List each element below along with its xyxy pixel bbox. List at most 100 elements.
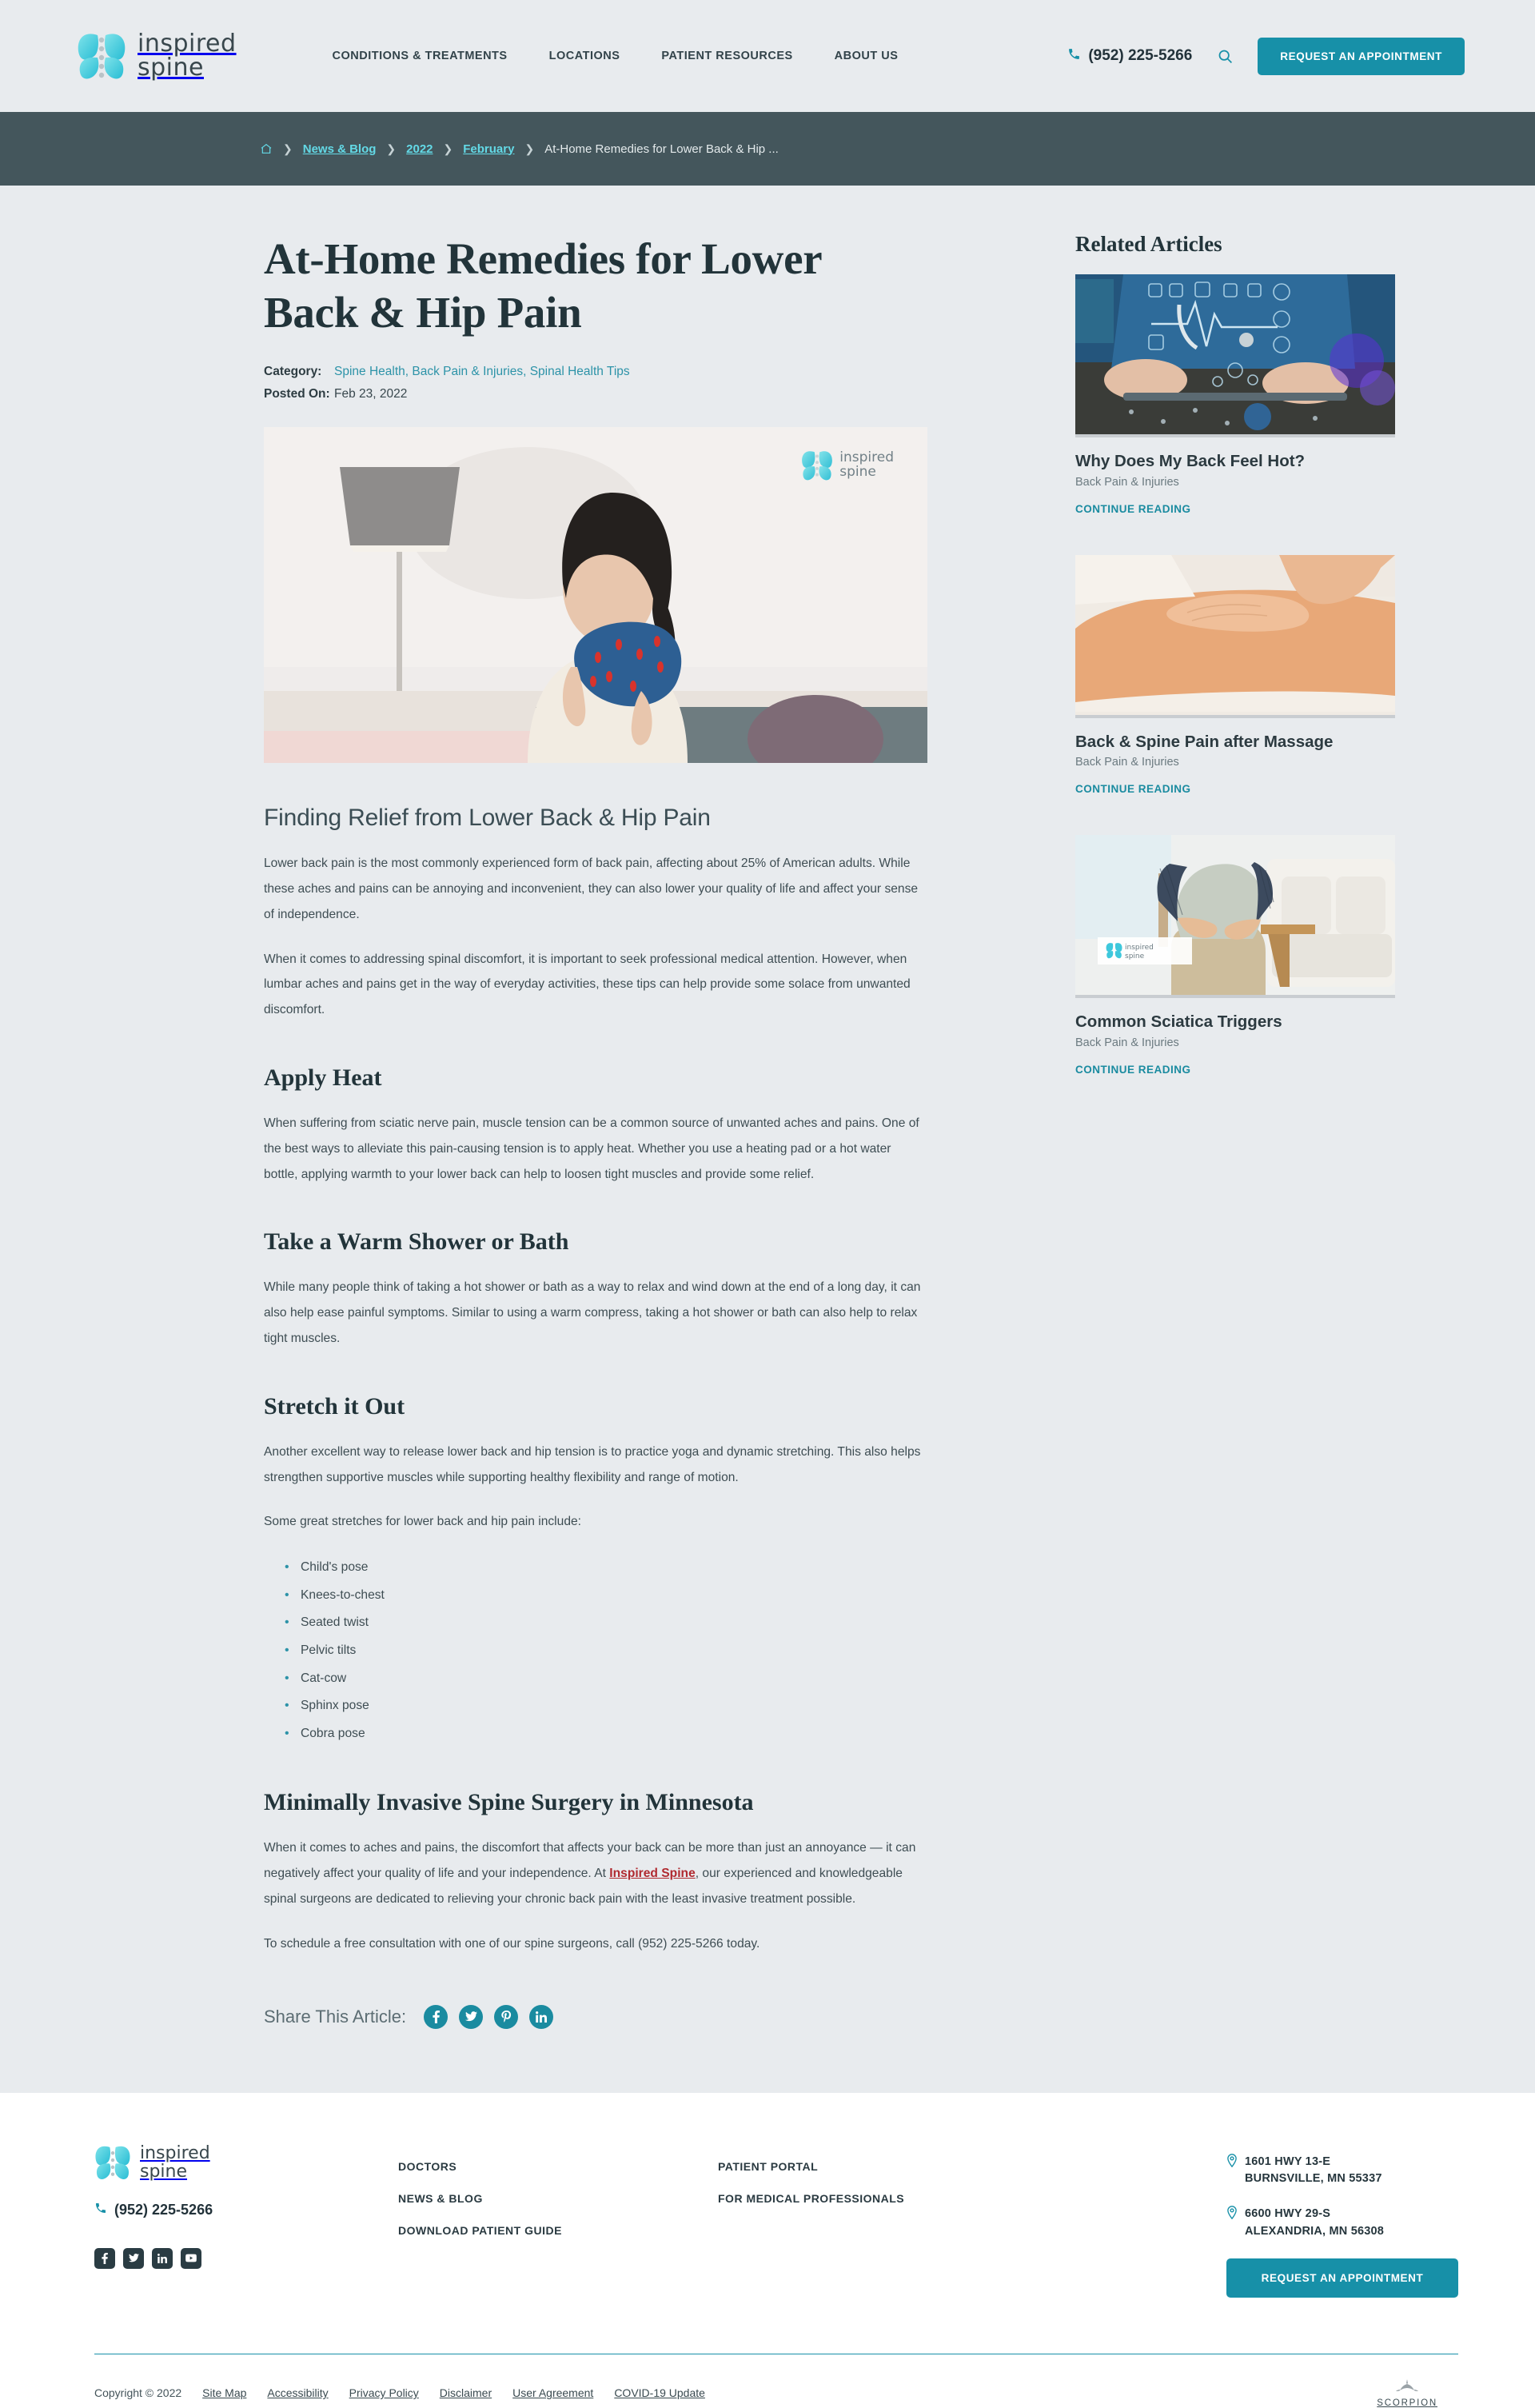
hero-watermark-logo: inspired spine (801, 448, 894, 483)
footer-link-patient-portal[interactable]: PATIENT PORTAL (718, 2160, 1062, 2173)
facebook-icon[interactable] (94, 2247, 115, 2269)
legal-link-site-map[interactable]: Site Map (202, 2386, 246, 2399)
address-alexandria[interactable]: 6600 HWY 29-S ALEXANDRIA, MN 56308 (1226, 2206, 1458, 2241)
paragraph-stretch-2: Some great stretches for lower back and … (264, 1515, 581, 1529)
footer-link-for-medical-professionals[interactable]: FOR MEDICAL PROFESSIONALS (718, 2192, 1062, 2205)
address-line-1: 1601 HWY 13-E (1245, 2154, 1331, 2168)
related-article-thumbnail[interactable] (1075, 274, 1395, 437)
phone-icon (1067, 47, 1081, 66)
continue-reading-link[interactable]: CONTINUE READING (1075, 1064, 1191, 1076)
footer-link-news-blog[interactable]: NEWS & BLOG (398, 2192, 718, 2205)
legal-link-user-agreement[interactable]: User Agreement (512, 2386, 593, 2399)
related-articles-sidebar: Related Articles Why Does My Back Feel H… (1075, 232, 1395, 2029)
address-line-2: ALEXANDRIA, MN 56308 (1245, 2224, 1385, 2238)
breadcrumb-current-page: At-Home Remedies for Lower Back & Hip ..… (544, 142, 779, 156)
footer-legal-bar: Copyright © 2022 Site Map Accessibility … (0, 2354, 1535, 2408)
section-heading-stretch-it-out: Stretch it Out (264, 1392, 405, 1420)
article-meta: Category: Spine Health, Back Pain & Inju… (264, 365, 927, 401)
footer-link-doctors[interactable]: DOCTORS (398, 2160, 718, 2173)
breadcrumb-separator: ❯ (386, 142, 397, 155)
footer-logo-line1: inspired (140, 2142, 210, 2163)
request-appointment-button[interactable]: REQUEST AN APPOINTMENT (1258, 37, 1465, 75)
legal-link-privacy-policy[interactable]: Privacy Policy (349, 2386, 419, 2399)
list-item: Pelvic tilts (285, 1636, 927, 1665)
category-row: Category: Spine Health, Back Pain & Inju… (264, 365, 927, 379)
footer-phone-number: (952) 225-5266 (114, 2202, 213, 2218)
twitter-icon[interactable] (123, 2247, 144, 2269)
legal-link-covid-19-update[interactable]: COVID-19 Update (614, 2386, 705, 2399)
site-header: inspired spine CONDITIONS & TREATMENTS L… (0, 0, 1535, 112)
related-article-card[interactable]: Back & Spine Pain after Massage Back Pai… (1075, 554, 1395, 797)
related-article-category: Back Pain & Injuries (1075, 756, 1179, 769)
footer-links-column-1: DOCTORS NEWS & BLOG DOWNLOAD PATIENT GUI… (398, 2142, 718, 2298)
category-values: Spine Health, Back Pain & Injuries, Spin… (334, 365, 630, 379)
related-article-card[interactable]: inspired spine Common Sciatica Triggers … (1075, 835, 1395, 1077)
footer-logo[interactable]: inspired spine (94, 2142, 398, 2182)
footer-cta-wrap: REQUEST AN APPOINTMENT (1226, 2258, 1458, 2298)
continue-reading-link[interactable]: CONTINUE READING (1075, 503, 1191, 515)
breadcrumb-item-2022[interactable]: 2022 (406, 142, 433, 156)
facebook-icon[interactable] (424, 2004, 449, 2029)
butterfly-logo-icon (95, 2146, 130, 2179)
footer-brand: inspired spine (952) 225-5266 (94, 2142, 398, 2298)
youtube-icon[interactable] (181, 2247, 201, 2269)
footer-link-download-patient-guide[interactable]: DOWNLOAD PATIENT GUIDE (398, 2224, 718, 2237)
paragraph-apply-heat: When suffering from sciatic nerve pain, … (264, 1116, 919, 1181)
paragraph-intro-1: Lower back pain is the most commonly exp… (264, 857, 919, 921)
nav-item-patient-resources[interactable]: PATIENT RESOURCES (661, 50, 792, 62)
twitter-icon[interactable] (459, 2004, 484, 2029)
logo-text-line1: inspired (138, 30, 237, 58)
linkedin-icon[interactable] (529, 2004, 554, 2029)
nav-item-conditions-treatments[interactable]: CONDITIONS & TREATMENTS (333, 50, 508, 62)
category-link-spine-health[interactable]: Spine Health, (334, 365, 409, 378)
scorpion-agency-logo[interactable]: SCORPION (1377, 2378, 1437, 2408)
footer-request-appointment-button[interactable]: REQUEST AN APPOINTMENT (1226, 2258, 1458, 2298)
category-label: Category: (264, 365, 322, 379)
hero-logo-line2: spine (839, 464, 876, 481)
map-pin-icon (1226, 2153, 1238, 2189)
category-link-spinal-health-tips[interactable]: Spinal Health Tips (530, 365, 630, 378)
legal-link-accessibility[interactable]: Accessibility (267, 2386, 328, 2399)
primary-nav: CONDITIONS & TREATMENTS LOCATIONS PATIEN… (333, 50, 899, 62)
stretches-list: Child's pose Knees-to-chest Seated twist… (285, 1553, 927, 1747)
footer-columns: inspired spine (952) 225-5266 DOCTORS NE… (0, 2142, 1535, 2298)
nav-item-about-us[interactable]: ABOUT US (835, 50, 899, 62)
header-phone-link[interactable]: (952) 225-5266 (1067, 47, 1192, 66)
inspired-spine-link[interactable]: Inspired Spine (609, 1867, 695, 1880)
breadcrumb-item-february[interactable]: February (463, 142, 514, 156)
breadcrumb-separator: ❯ (524, 142, 535, 155)
nav-item-locations[interactable]: LOCATIONS (549, 50, 620, 62)
scorpion-agency-name: SCORPION (1377, 2398, 1437, 2408)
related-article-title[interactable]: Common Sciatica Triggers (1075, 1012, 1395, 1032)
share-label: Share This Article: (264, 2006, 407, 2027)
pinterest-icon[interactable] (494, 2004, 519, 2029)
related-article-title[interactable]: Back & Spine Pain after Massage (1075, 732, 1395, 753)
linkedin-icon[interactable] (152, 2247, 173, 2269)
related-article-thumbnail[interactable] (1075, 554, 1395, 718)
related-article-thumbnail[interactable]: inspired spine (1075, 835, 1395, 999)
footer-logo-line2: spine (140, 2161, 188, 2182)
home-icon[interactable] (260, 142, 273, 155)
breadcrumb-item-news-blog[interactable]: News & Blog (303, 142, 377, 156)
section-heading-finding-relief: Finding Relief from Lower Back & Hip Pai… (264, 805, 711, 832)
search-icon[interactable] (1213, 44, 1237, 68)
footer-phone-link[interactable]: (952) 225-5266 (94, 2202, 398, 2219)
copyright-text: Copyright © 2022 (94, 2386, 182, 2400)
site-logo[interactable]: inspired spine (77, 29, 237, 83)
breadcrumb-separator: ❯ (443, 142, 453, 155)
related-article-card[interactable]: Why Does My Back Feel Hot? Back Pain & I… (1075, 274, 1395, 517)
legal-link-disclaimer[interactable]: Disclaimer (440, 2386, 492, 2399)
footer-social-links (94, 2247, 398, 2269)
map-pin-icon (1226, 2206, 1238, 2241)
breadcrumb-bar: ❯ News & Blog ❯ 2022 ❯ February ❯ At-Hom… (0, 112, 1535, 186)
content-wrapper: At-Home Remedies for Lower Back & Hip Pa… (0, 186, 1535, 2093)
category-link-back-pain-injuries[interactable]: Back Pain & Injuries, (412, 365, 526, 378)
list-item: Knees-to-chest (285, 1581, 927, 1610)
footer-addresses: 1601 HWY 13-E BURNSVILLE, MN 55337 6600 … (1226, 2142, 1458, 2298)
related-article-title[interactable]: Why Does My Back Feel Hot? (1075, 451, 1395, 472)
related-articles-heading: Related Articles (1075, 232, 1222, 256)
phone-icon (94, 2202, 107, 2219)
address-burnsville[interactable]: 1601 HWY 13-E BURNSVILLE, MN 55337 (1226, 2153, 1458, 2189)
continue-reading-link[interactable]: CONTINUE READING (1075, 783, 1191, 795)
footer-links-column-2: PATIENT PORTAL FOR MEDICAL PROFESSIONALS (718, 2142, 1062, 2298)
